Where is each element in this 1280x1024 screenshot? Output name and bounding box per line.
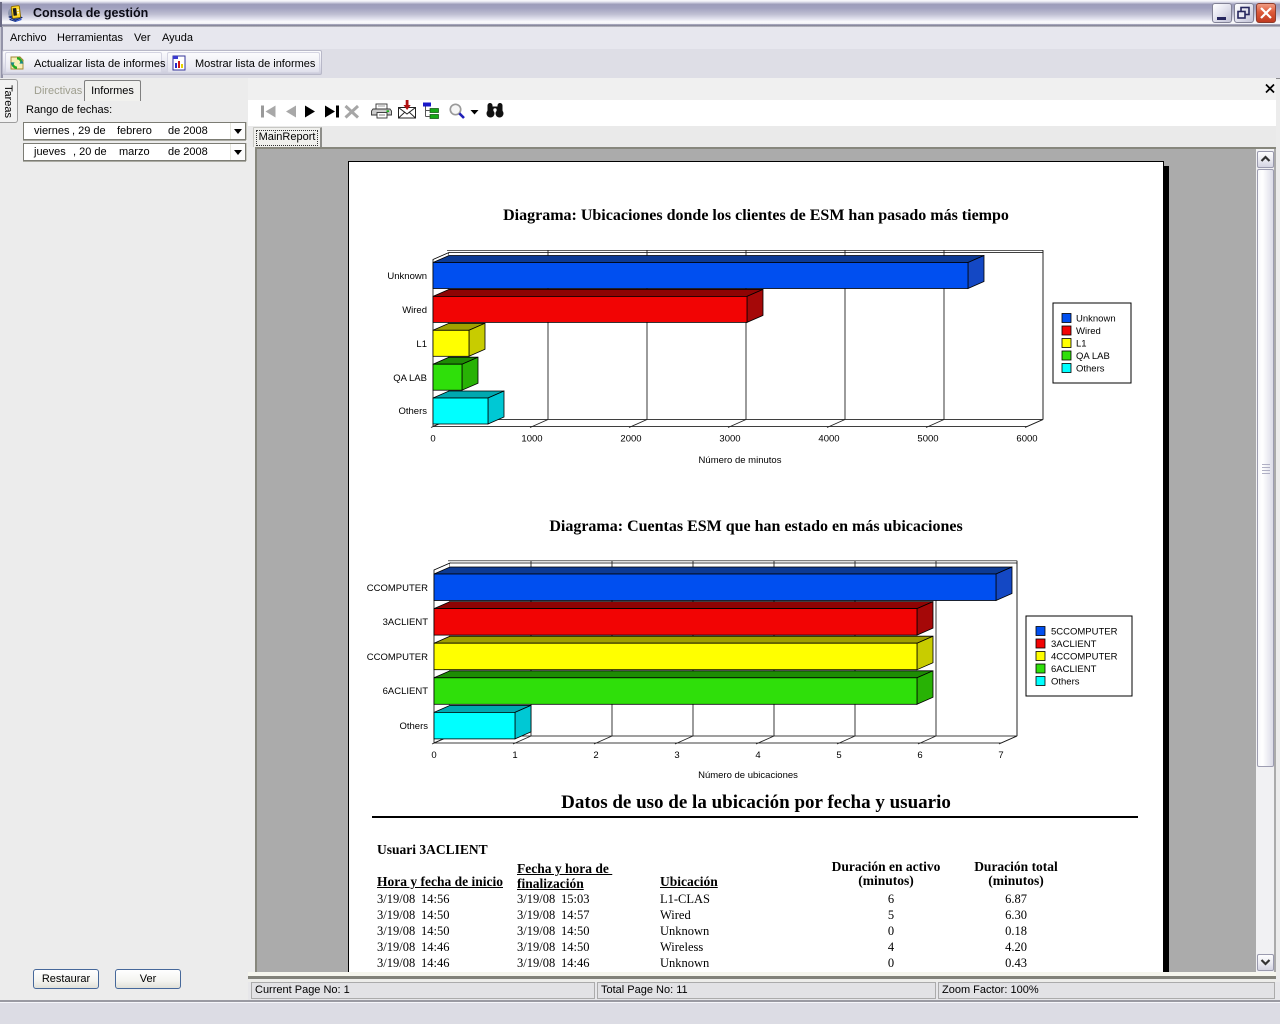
svg-text:1000: 1000: [521, 434, 542, 445]
svg-text:Wired: Wired: [402, 305, 427, 316]
svg-text:5CCOMPUTER: 5CCOMPUTER: [1051, 627, 1118, 638]
svg-text:L1: L1: [416, 339, 427, 350]
svg-text:3000: 3000: [719, 434, 740, 445]
svg-text:4: 4: [755, 750, 760, 761]
svg-text:Número de ubicaciones: Número de ubicaciones: [698, 770, 798, 781]
svg-text:CCOMPUTER: CCOMPUTER: [367, 583, 428, 594]
svg-text:6000: 6000: [1016, 434, 1037, 445]
svg-text:Others: Others: [1076, 364, 1105, 375]
svg-text:5: 5: [836, 750, 841, 761]
svg-text:4000: 4000: [818, 434, 839, 445]
svg-text:3ACLIENT: 3ACLIENT: [383, 617, 429, 628]
svg-text:Unknown: Unknown: [387, 271, 427, 282]
svg-text:3: 3: [674, 750, 679, 761]
svg-text:3ACLIENT: 3ACLIENT: [1051, 639, 1097, 650]
svg-text:Others: Others: [399, 721, 428, 732]
svg-text:Others: Others: [1051, 677, 1080, 688]
svg-text:6: 6: [917, 750, 922, 761]
svg-text:Wired: Wired: [1076, 326, 1101, 337]
svg-text:5000: 5000: [917, 434, 938, 445]
svg-text:QA LAB: QA LAB: [1076, 351, 1110, 362]
svg-text:2: 2: [593, 750, 598, 761]
svg-text:CCOMPUTER: CCOMPUTER: [367, 652, 428, 663]
svg-text:4CCOMPUTER: 4CCOMPUTER: [1051, 652, 1118, 663]
svg-text:1: 1: [512, 750, 517, 761]
svg-text:6ACLIENT: 6ACLIENT: [383, 686, 429, 697]
svg-text:QA LAB: QA LAB: [393, 373, 427, 384]
svg-text:L1: L1: [1076, 339, 1087, 350]
svg-text:Número de minutos: Número de minutos: [699, 455, 782, 466]
svg-text:Others: Others: [398, 406, 427, 417]
svg-text:0: 0: [430, 434, 435, 445]
svg-text:7: 7: [998, 750, 1003, 761]
svg-text:6ACLIENT: 6ACLIENT: [1051, 664, 1097, 675]
svg-text:2000: 2000: [620, 434, 641, 445]
svg-text:0: 0: [431, 750, 436, 761]
svg-text:Unknown: Unknown: [1076, 314, 1116, 325]
